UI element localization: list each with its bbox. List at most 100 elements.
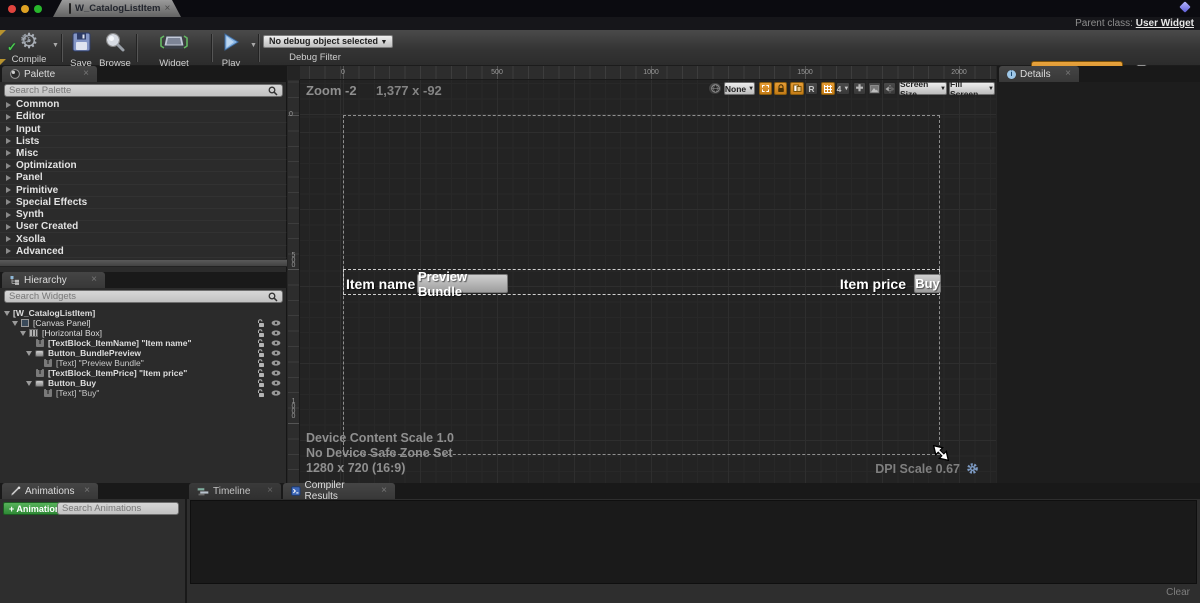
unlocked-icon[interactable] [257, 319, 265, 328]
close-icon[interactable]: × [91, 275, 97, 285]
palette-category-special-effects[interactable]: Special Effects [0, 197, 287, 209]
close-icon[interactable]: × [84, 486, 90, 496]
close-icon[interactable]: × [267, 486, 273, 496]
dpi-settings-gear-icon[interactable] [966, 462, 979, 475]
visibility-eye-icon[interactable] [271, 390, 281, 396]
designer-viewport[interactable]: Item name Preview Bundle Item price Buy … [300, 80, 996, 483]
unlocked-icon[interactable] [257, 339, 265, 348]
unlocked-icon[interactable] [257, 379, 265, 388]
palette-category-optimization[interactable]: Optimization [0, 160, 287, 172]
close-icon[interactable]: × [1065, 69, 1071, 79]
compiler-output-area[interactable] [190, 500, 1197, 584]
save-button[interactable]: Save [67, 32, 95, 69]
zoom-window-icon[interactable] [34, 5, 42, 13]
tab-animations[interactable]: Animations × [2, 483, 98, 499]
expand-icon[interactable] [6, 126, 11, 132]
browse-button[interactable]: Browse [97, 32, 133, 69]
tree-row-textblock-itemname[interactable]: T [TextBlock_ItemName] "Item name" [0, 338, 287, 348]
tree-row-text-buy[interactable]: T [Text] "Buy" [0, 388, 287, 398]
canvas-item-name-text[interactable]: Item name [346, 276, 415, 292]
palette-category-editor[interactable]: Editor [0, 111, 287, 123]
close-icon[interactable]: × [83, 69, 89, 79]
panel-splitter[interactable] [0, 259, 287, 267]
visibility-eye-icon[interactable] [271, 330, 281, 336]
collapse-icon[interactable] [4, 311, 10, 316]
unlocked-icon[interactable] [257, 369, 265, 378]
expand-icon[interactable] [6, 187, 11, 193]
expand-icon[interactable] [6, 138, 11, 144]
compile-button[interactable]: ⚙⚙✓ Compile [6, 32, 52, 65]
screen-size-dropdown[interactable]: Screen Size▼ [899, 82, 947, 95]
grid-snapping-toggle[interactable] [821, 82, 835, 95]
collapse-icon[interactable] [26, 351, 32, 356]
tab-details[interactable]: i Details × [999, 66, 1079, 82]
unlocked-icon[interactable] [257, 329, 265, 338]
flag-dropdown[interactable]: None▼ [724, 82, 755, 95]
unlocked-icon[interactable] [257, 389, 265, 398]
transform-mode-button[interactable]: ✚ [853, 82, 866, 95]
asset-tab[interactable]: W_CatalogListItem × [53, 0, 181, 17]
palette-search-input[interactable] [9, 85, 268, 96]
visibility-eye-icon[interactable] [271, 360, 281, 366]
palette-category-primitive[interactable]: Primitive [0, 185, 287, 197]
minimize-window-icon[interactable] [21, 5, 29, 13]
tree-row-button-buy[interactable]: Button_Buy [0, 378, 287, 388]
tab-palette[interactable]: Palette × [2, 66, 97, 82]
canvas-buy-button[interactable]: Buy [914, 274, 941, 293]
palette-category-lists[interactable]: Lists [0, 136, 287, 148]
tree-row-canvas-panel[interactable]: [Canvas Panel] [0, 318, 287, 328]
collapse-icon[interactable] [20, 331, 26, 336]
show-outlines-toggle[interactable] [759, 82, 772, 95]
tree-row-text-previewbundle[interactable]: T [Text] "Preview Bundle" [0, 358, 287, 368]
play-options-caret-icon[interactable]: ▼ [250, 42, 257, 49]
localization-preview-button[interactable] [708, 82, 722, 95]
palette-category-misc[interactable]: Misc [0, 148, 287, 160]
canvas-preview-bundle-button[interactable]: Preview Bundle [417, 274, 508, 293]
flip-preview-button[interactable] [883, 82, 896, 95]
tab-compiler-results[interactable]: Compiler Results × [283, 483, 395, 499]
visibility-eye-icon[interactable] [271, 320, 281, 326]
close-window-icon[interactable] [8, 5, 16, 13]
unlocked-icon[interactable] [257, 359, 265, 368]
play-button[interactable]: Play [216, 32, 246, 69]
hierarchy-search-input[interactable] [9, 291, 268, 302]
close-icon[interactable]: × [165, 4, 171, 14]
palette-category-input[interactable]: Input [0, 123, 287, 135]
unlocked-icon[interactable] [257, 349, 265, 358]
debug-object-dropdown[interactable]: No debug object selected ▼ [263, 35, 393, 48]
tree-row-textblock-itemprice[interactable]: T [TextBlock_ItemPrice] "Item price" [0, 368, 287, 378]
palette-category-xsolla[interactable]: Xsolla [0, 233, 287, 245]
visibility-eye-icon[interactable] [271, 340, 281, 346]
tab-timeline[interactable]: Timeline × [189, 483, 281, 499]
parent-class-link[interactable]: User Widget [1136, 18, 1194, 29]
expand-icon[interactable] [6, 163, 11, 169]
collapse-icon[interactable] [26, 381, 32, 386]
preview-background-toggle[interactable] [790, 82, 804, 95]
canvas-item-price-text[interactable]: Item price [800, 276, 906, 292]
grid-size-dropdown[interactable]: 4▼ [836, 82, 850, 95]
palette-category-panel[interactable]: Panel [0, 172, 287, 184]
expand-icon[interactable] [6, 150, 11, 156]
palette-category-common[interactable]: Common [0, 99, 287, 111]
tab-hierarchy[interactable]: Hierarchy × [2, 272, 105, 288]
clear-log-button[interactable]: Clear [1166, 587, 1190, 598]
palette-category-synth[interactable]: Synth [0, 209, 287, 221]
tree-row-horizontal-box[interactable]: [Horizontal Box] [0, 328, 287, 338]
visibility-eye-icon[interactable] [271, 380, 281, 386]
expand-icon[interactable] [6, 199, 11, 205]
fill-screen-dropdown[interactable]: Fill Screen▼ [949, 82, 995, 95]
expand-icon[interactable] [6, 212, 11, 218]
tree-row-root[interactable]: [W_CatalogListItem] [0, 308, 287, 318]
compile-options-caret-icon[interactable]: ▼ [52, 42, 59, 49]
expand-icon[interactable] [6, 114, 11, 120]
close-icon[interactable]: × [381, 486, 387, 496]
animations-search-input[interactable] [62, 503, 194, 514]
visibility-eye-icon[interactable] [271, 350, 281, 356]
palette-category-user-created[interactable]: User Created [0, 221, 287, 233]
expand-icon[interactable] [6, 236, 11, 242]
palette-category-advanced[interactable]: Advanced [0, 246, 287, 258]
preview-respect-toggle[interactable]: R [805, 82, 818, 95]
expand-icon[interactable] [6, 248, 11, 254]
respect-locks-toggle[interactable] [774, 82, 787, 95]
expand-icon[interactable] [6, 175, 11, 181]
